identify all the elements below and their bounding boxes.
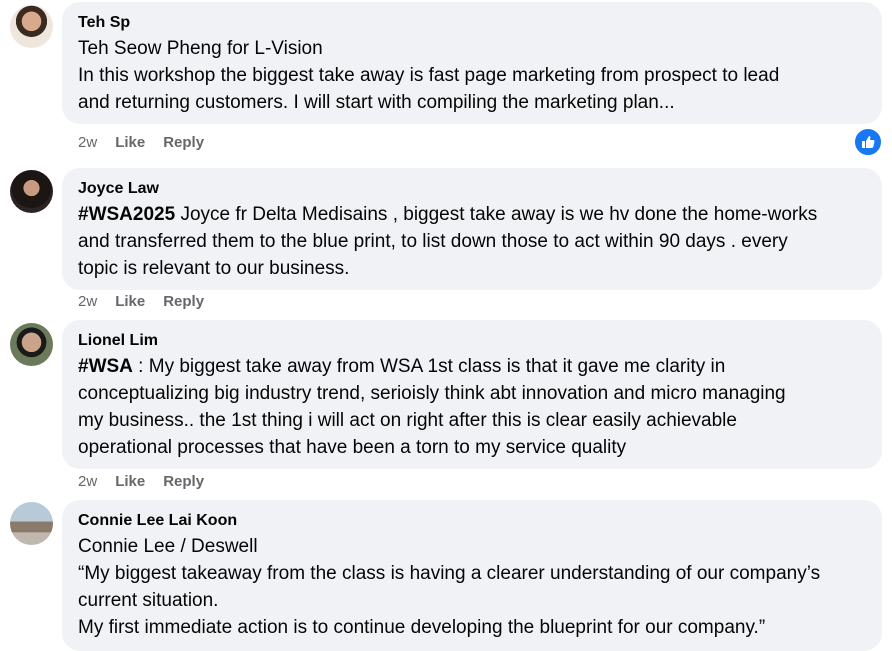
reply-button[interactable]: Reply bbox=[163, 293, 204, 310]
reply-button[interactable]: Reply bbox=[163, 473, 204, 490]
comment-body: Joyce fr Delta Medisains , biggest take … bbox=[78, 204, 818, 279]
like-button[interactable]: Like bbox=[115, 293, 145, 310]
comment-timestamp[interactable]: 2w bbox=[78, 473, 97, 490]
comment-author[interactable]: Lionel Lim bbox=[78, 329, 866, 353]
hashtag-link[interactable]: #WSA2025 bbox=[78, 204, 175, 225]
comment-text: #WSA : My biggest take away from WSA 1st… bbox=[78, 353, 866, 461]
comment-body: : My biggest take away from WSA 1st clas… bbox=[78, 356, 786, 458]
avatar[interactable] bbox=[10, 170, 53, 213]
thumbs-up-icon bbox=[862, 136, 875, 148]
comment-bubble: Lionel Lim #WSA : My biggest take away f… bbox=[62, 320, 882, 469]
comment-bubble: Connie Lee Lai Koon Connie Lee / Deswell… bbox=[62, 500, 882, 651]
avatar[interactable] bbox=[10, 323, 53, 366]
comment-actions: 2w Like Reply bbox=[78, 473, 222, 490]
comment-actions: 2w Like Reply bbox=[78, 293, 222, 310]
avatar[interactable] bbox=[10, 5, 53, 48]
comment-text: Connie Lee / Deswell “My biggest takeawa… bbox=[78, 536, 821, 638]
comment-author[interactable]: Teh Sp bbox=[78, 11, 866, 35]
like-button[interactable]: Like bbox=[115, 134, 145, 151]
comment-text: Teh Seow Pheng for L-Vision bbox=[78, 38, 323, 59]
comment-text: #WSA2025 Joyce fr Delta Medisains , bigg… bbox=[78, 201, 866, 282]
avatar[interactable] bbox=[10, 502, 53, 545]
comment-author[interactable]: Connie Lee Lai Koon bbox=[78, 509, 866, 533]
comment-bubble: Joyce Law #WSA2025 Joyce fr Delta Medisa… bbox=[62, 168, 882, 290]
like-button[interactable]: Like bbox=[115, 473, 145, 490]
comment-timestamp[interactable]: 2w bbox=[78, 293, 97, 310]
reply-button[interactable]: Reply bbox=[163, 134, 204, 151]
comment-bubble: Teh Sp Teh Seow Pheng for L-Vision In th… bbox=[62, 2, 882, 124]
hashtag-link[interactable]: #WSA bbox=[78, 356, 133, 377]
comment-text: In this workshop the biggest take away i… bbox=[78, 65, 780, 113]
comment-author[interactable]: Joyce Law bbox=[78, 177, 866, 201]
comment-actions: 2w Like Reply bbox=[78, 134, 222, 151]
comment-timestamp[interactable]: 2w bbox=[78, 134, 97, 151]
reaction-badge[interactable] bbox=[853, 127, 883, 157]
